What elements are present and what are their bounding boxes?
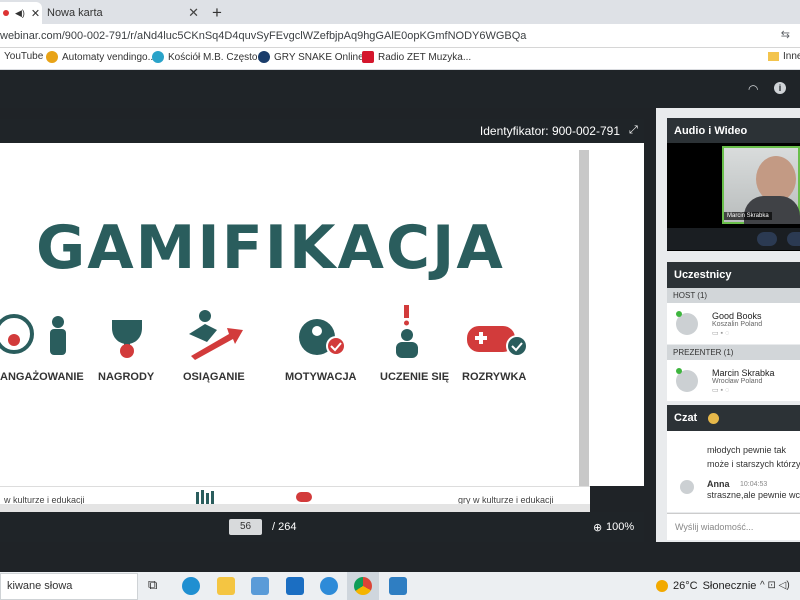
chrome-favicon-icon [46, 51, 58, 63]
achievement-icon [189, 310, 243, 360]
participants-header[interactable]: Uczestnicy [667, 262, 800, 288]
bookmark-label: Inne [783, 51, 800, 62]
zoom-icon[interactable]: ⊕ [593, 521, 602, 534]
motivation-icon [299, 319, 346, 356]
page-number-input[interactable]: 56 [229, 519, 262, 535]
bookmark-label: Kościół M.B. Często... [168, 51, 266, 63]
photos-icon[interactable] [389, 577, 407, 595]
task-view-icon[interactable]: ⧉ [148, 577, 166, 595]
address-bar[interactable]: webinar.com/900-002-791/r/aNd4luc5CKnSq4… [0, 24, 800, 48]
url-text[interactable]: webinar.com/900-002-791/r/aNd4luc5CKnSq4… [0, 30, 526, 42]
participant-name: Good Books [712, 311, 762, 321]
chat-line: młodych pewnie tak [707, 445, 787, 455]
item-label: MOTYWACJA [285, 371, 357, 383]
item-label: ROZRYWKA [462, 371, 527, 383]
weather-text: Słonecznie [702, 580, 757, 592]
folder-icon [768, 52, 779, 61]
radio-favicon-icon [362, 51, 374, 63]
new-tab-button[interactable]: + [212, 3, 222, 23]
weather-widget[interactable]: 26°C Słonecznie [656, 580, 756, 592]
bookmark-snake[interactable]: GRY SNAKE Online... [258, 51, 372, 63]
edge-icon[interactable] [182, 577, 200, 595]
chat-line: może i starszych którzy lu [707, 459, 800, 469]
tab-new[interactable]: Nowa karta ✕ [42, 2, 207, 24]
item-label: UCZENIE SIĘ [380, 371, 450, 383]
online-status-icon [676, 368, 682, 374]
tab-close-icon[interactable]: ✕ [31, 7, 40, 20]
camera-name-label: Marcin Skrabka [724, 212, 772, 220]
host-section-label: HOST (1) [667, 288, 800, 303]
goodbooks-logo-icon [196, 490, 214, 504]
gamepad-icon [467, 326, 528, 357]
horizontal-scrollbar[interactable] [0, 504, 590, 512]
avatar [680, 480, 694, 494]
tray-icons[interactable]: ^ ⊡ ◁) [760, 580, 790, 591]
bookmark-other[interactable]: Inne [768, 51, 800, 62]
chat-title: Czat [674, 412, 698, 424]
mail-icon[interactable] [286, 577, 304, 595]
temperature: 26°C [673, 580, 698, 592]
info-icon[interactable]: i [774, 82, 786, 94]
globe-icon [152, 51, 164, 63]
bookmark-radiozet[interactable]: Radio ZET Muzyka... [362, 51, 471, 63]
emoji-icon[interactable] [708, 412, 720, 424]
presentation-controls [0, 512, 644, 542]
slide-scrollbar[interactable] [579, 150, 589, 486]
tab-favicon [3, 10, 9, 16]
snake-favicon-icon [258, 51, 270, 63]
speaker-icon[interactable]: ◀) [15, 8, 25, 19]
learning-icon [396, 305, 418, 358]
bookmark-label: YouTube [4, 51, 44, 62]
safari-icon[interactable] [320, 577, 338, 595]
chat-time: 10:04:53 [740, 481, 768, 488]
device-status-icon: ▭ ▪ ◌ [712, 387, 730, 394]
bookmark-kosciol[interactable]: Kościół M.B. Często... [152, 51, 266, 63]
goodgames-logo-icon [296, 492, 312, 502]
bookmark-label: GRY SNAKE Online... [274, 51, 373, 63]
camera-toggle-button[interactable] [757, 232, 777, 246]
audio-video-header[interactable]: Audio i Wideo [667, 118, 800, 144]
tab-webinar[interactable]: ◀) ✕ [0, 2, 42, 24]
participant-name: Marcin Skrabka [712, 368, 775, 378]
store-icon[interactable] [251, 577, 269, 595]
chat-message: straszne,ale pewnie wciąg [707, 490, 800, 500]
item-label: NAGRODY [98, 371, 155, 383]
mic-toggle-button[interactable] [787, 232, 800, 246]
expand-icon[interactable]: ⤢ [629, 124, 638, 137]
bookmark-label: Radio ZET Muzyka... [378, 51, 472, 63]
tab-label: Nowa karta [47, 7, 103, 19]
gauge-person-icon [0, 314, 66, 355]
zoom-level[interactable]: 100% [606, 521, 634, 533]
bookmarks-bar: YouTube Automaty vendingo... Kościół M.B… [0, 48, 800, 70]
participant-location: Koszalin Poland [712, 321, 763, 328]
wifi-icon: ◠ [748, 82, 759, 96]
bookmark-label: Automaty vendingo... [62, 51, 156, 63]
presenter-section-label: PREZENTER (1) [667, 345, 800, 360]
slide-title: GAMIFIKACJA [36, 213, 505, 283]
trophy-icon [112, 320, 142, 358]
device-status-icon: ▭ ▪ ◌ [712, 330, 730, 337]
page-total: / 264 [272, 521, 297, 533]
webinar-identifier: Identyfikator: 900-002-791 [479, 124, 620, 138]
translate-icon[interactable]: ⇆ [781, 28, 790, 41]
bookmark-automaty[interactable]: Automaty vendingo... [46, 51, 156, 63]
chat-header[interactable]: Czat [667, 405, 800, 431]
video-controls [667, 228, 800, 250]
sun-icon [656, 580, 668, 592]
participant-location: Wrocław Poland [712, 378, 763, 385]
webinar-toolbar [0, 70, 800, 108]
slide-area [0, 143, 644, 486]
item-label: OSIĄGANIE [183, 371, 245, 383]
item-label: ANGAŻOWANIE [0, 371, 84, 383]
chat-author: Anna [707, 479, 730, 489]
slide-footer: w kulturze i edukacji gry w kulturze i e… [0, 486, 590, 505]
file-explorer-icon[interactable] [217, 577, 235, 595]
online-status-icon [676, 311, 682, 317]
chrome-icon[interactable] [354, 577, 372, 595]
close-icon[interactable]: ✕ [188, 5, 199, 21]
taskbar-search[interactable]: kiwane słowa [0, 573, 138, 600]
bookmark-youtube[interactable]: YouTube [4, 51, 43, 62]
chat-input[interactable]: Wyślij wiadomość... [667, 513, 800, 540]
